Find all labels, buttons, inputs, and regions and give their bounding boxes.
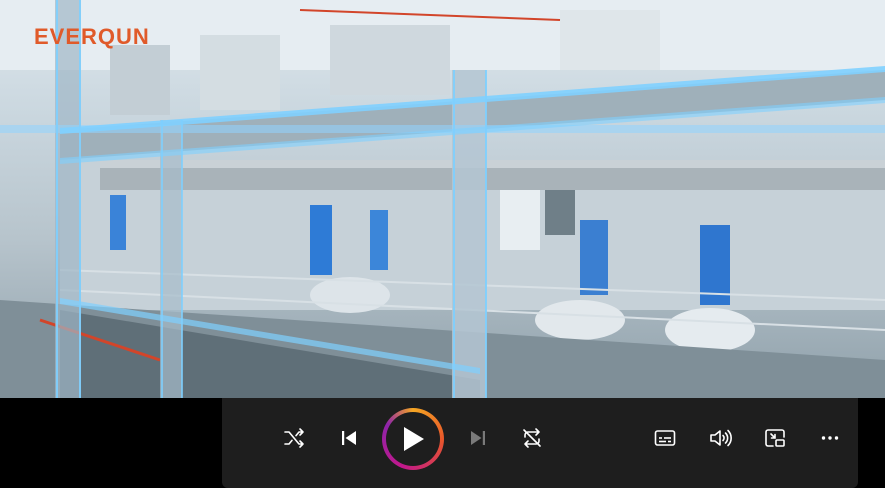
shuffle-icon	[284, 428, 304, 448]
captions-icon	[654, 430, 676, 446]
play-button[interactable]	[382, 408, 444, 470]
play-button-face	[386, 412, 440, 466]
shuffle-button[interactable]	[276, 420, 312, 456]
more-icon	[821, 436, 839, 440]
video-frame[interactable]: EVERQUN	[0, 0, 885, 398]
factory-scene	[0, 0, 885, 398]
volume-icon	[710, 429, 732, 447]
captions-button[interactable]	[647, 420, 683, 456]
repeat-icon	[523, 428, 541, 448]
play-icon	[404, 427, 424, 451]
volume-button[interactable]	[702, 420, 738, 456]
repeat-button[interactable]	[514, 420, 550, 456]
more-options-button[interactable]	[812, 420, 848, 456]
next-button[interactable]	[460, 420, 496, 456]
skip-next-icon	[471, 431, 485, 445]
mini-player-icon	[765, 429, 785, 447]
player-bar-spacer-left	[0, 398, 222, 488]
player-bar-spacer-right	[858, 398, 885, 488]
media-control-bar	[222, 398, 858, 488]
brand-logo: EVERQUN	[34, 24, 150, 49]
skip-previous-icon	[342, 431, 356, 445]
previous-button[interactable]	[331, 420, 367, 456]
mini-player-button[interactable]	[757, 420, 793, 456]
